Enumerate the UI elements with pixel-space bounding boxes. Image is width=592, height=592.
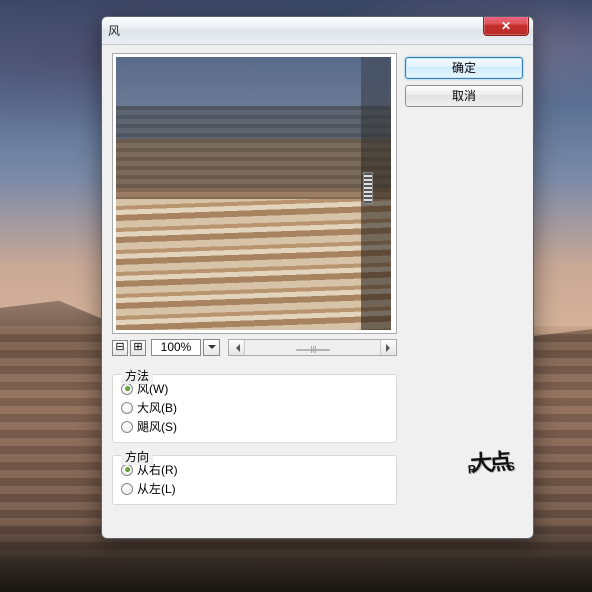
ok-button[interactable]: 确定 (405, 57, 523, 79)
method-option[interactable]: 飓风(S) (121, 417, 388, 436)
zoom-in-button[interactable]: ⊞ (130, 340, 146, 356)
direction-group-title: 方向 (121, 448, 153, 465)
radio-icon (121, 464, 133, 476)
triangle-left-icon (232, 344, 240, 352)
preview-ridge (116, 139, 391, 188)
radio-icon (121, 402, 133, 414)
radio-icon (121, 421, 133, 433)
method-group: 方法 风(W)大风(B)飓风(S) (112, 374, 397, 443)
hscrollbar[interactable] (228, 339, 397, 356)
close-icon: ✕ (501, 19, 511, 33)
method-option[interactable]: 大风(B) (121, 398, 388, 417)
triangle-right-icon (386, 344, 394, 352)
preview-ridge (116, 106, 391, 139)
cancel-button[interactable]: 取消 (405, 85, 523, 107)
direction-option[interactable]: 从左(L) (121, 479, 388, 498)
wind-filter-dialog: 风 ✕ ⊟ ⊞ 100% (101, 16, 534, 539)
scroll-left-button[interactable] (229, 340, 245, 355)
radio-label: 飓风(S) (137, 418, 177, 435)
left-column: ⊟ ⊞ 100% 方法 风(W)大风(B)飓风(S) 方向 从右(R)从左( (112, 53, 397, 505)
radio-label: 从左(L) (137, 480, 176, 497)
method-option[interactable]: 风(W) (121, 379, 388, 398)
titlebar[interactable]: 风 ✕ (102, 17, 533, 45)
watermark: P大点S (465, 428, 513, 486)
direction-group: 方向 从右(R)从左(L) (112, 455, 397, 505)
zoom-dropdown-button[interactable] (203, 339, 220, 356)
scroll-right-button[interactable] (380, 340, 396, 355)
preview-image[interactable] (116, 57, 391, 330)
method-group-title: 方法 (121, 367, 153, 384)
dialog-title: 风 (108, 22, 120, 39)
preview-strata (116, 199, 391, 330)
direction-option[interactable]: 从右(R) (121, 460, 388, 479)
close-button[interactable]: ✕ (483, 16, 529, 36)
zoom-out-button[interactable]: ⊟ (112, 340, 128, 356)
radio-icon (121, 383, 133, 395)
preview-vscroll-grip[interactable] (363, 172, 373, 204)
zoom-value: 100% (151, 339, 201, 356)
preview-frame (112, 53, 397, 334)
radio-icon (121, 483, 133, 495)
radio-label: 大风(B) (137, 399, 177, 416)
scroll-thumb[interactable] (296, 349, 330, 351)
zoom-controls: ⊟ ⊞ 100% (112, 339, 397, 356)
